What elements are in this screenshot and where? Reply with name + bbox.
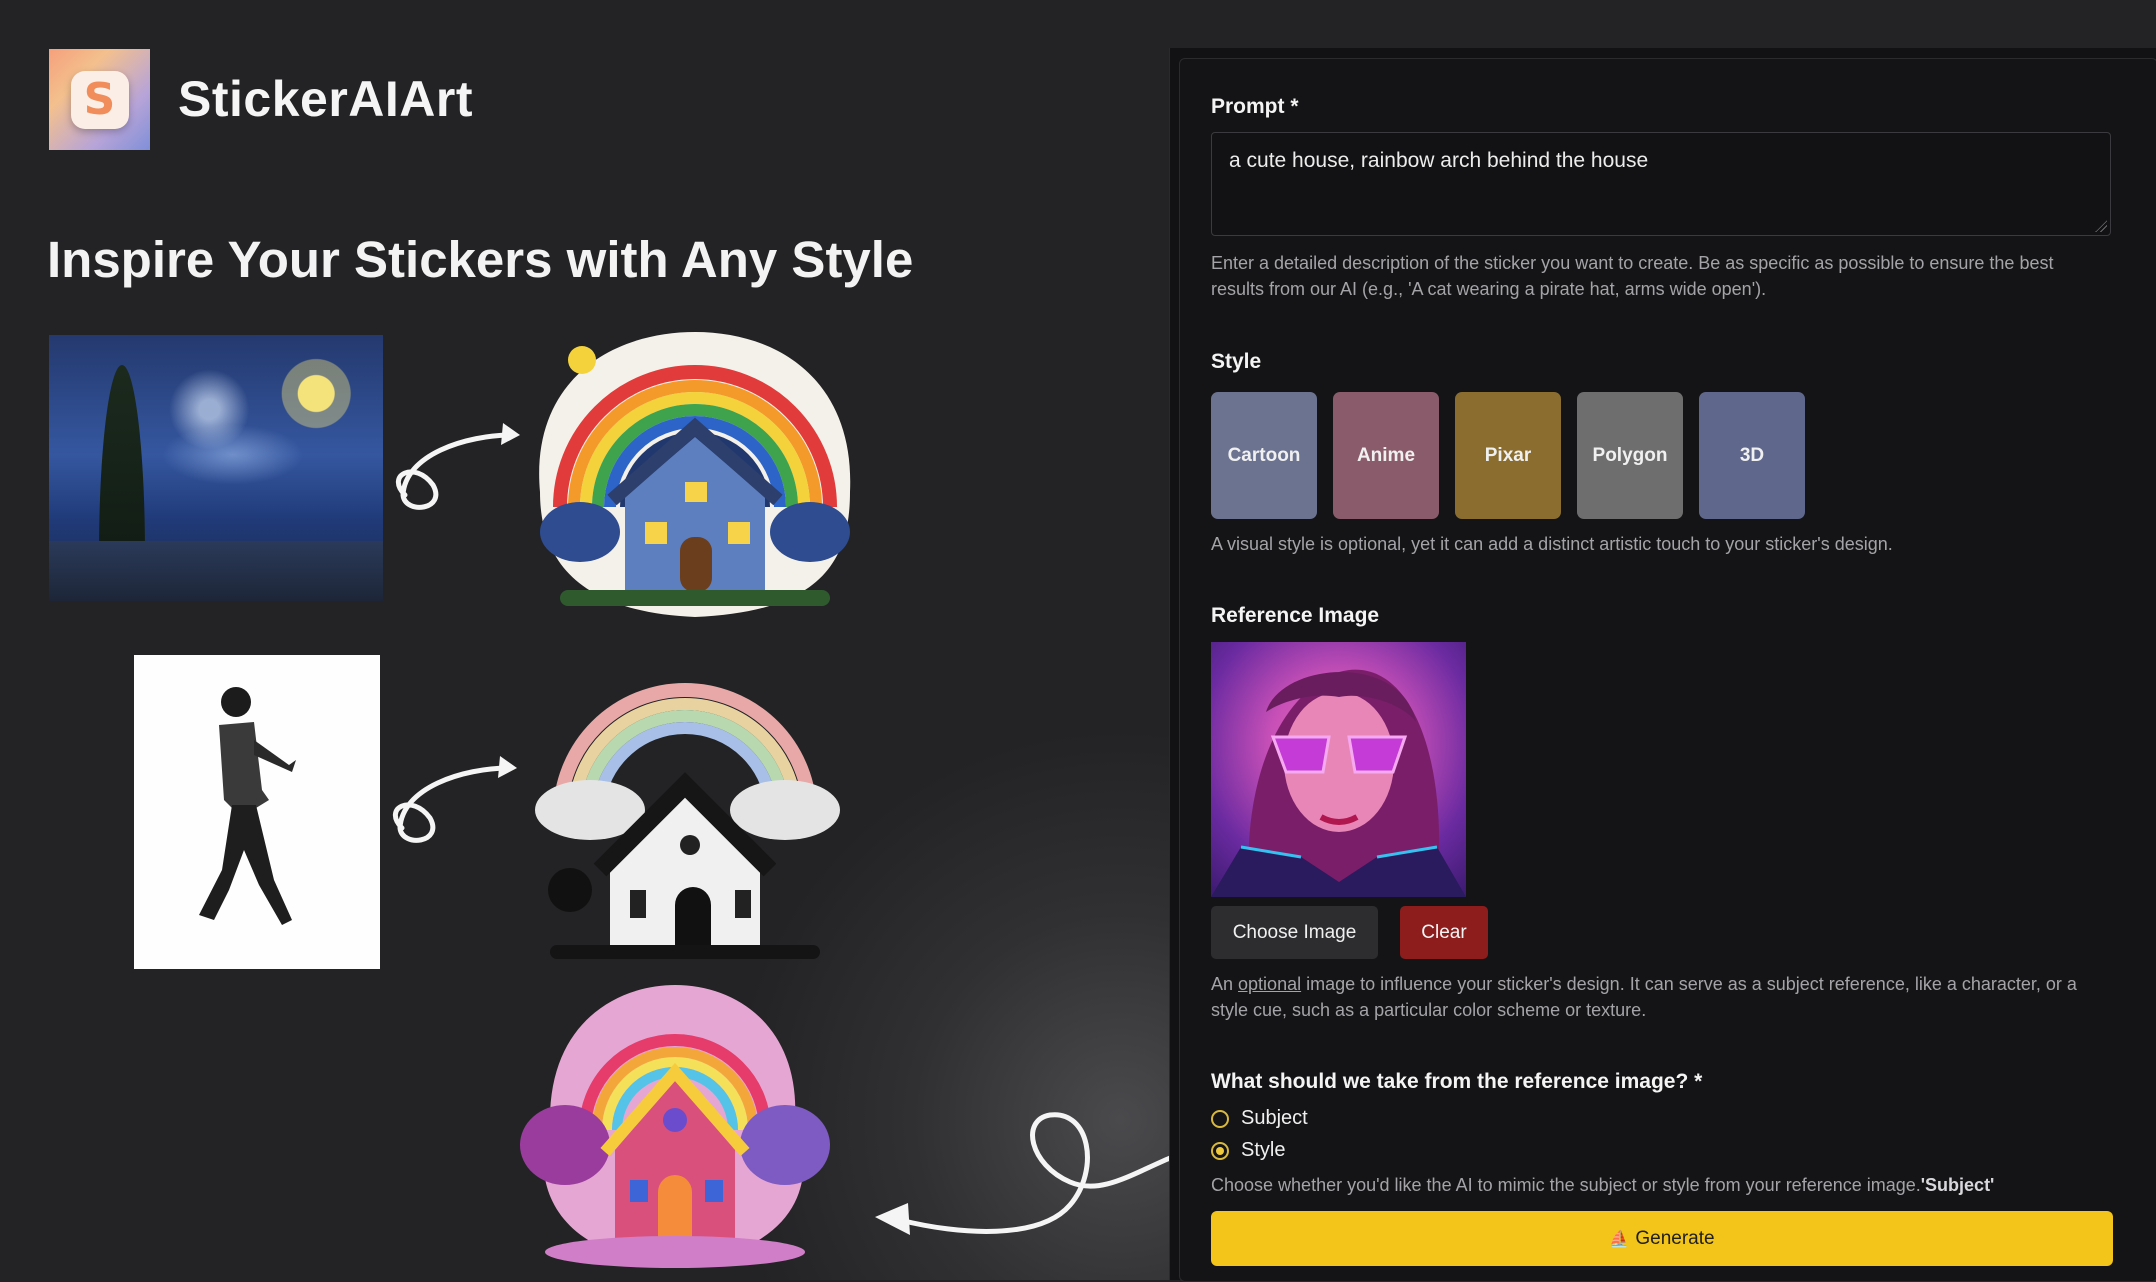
style-option-label: Pixar (1484, 444, 1532, 466)
app-name[interactable]: StickerAIArt (178, 70, 473, 128)
prompt-value: a cute house, rainbow arch behind the ho… (1229, 149, 1649, 172)
style-option-label: Cartoon (1227, 444, 1301, 466)
sailboat-icon: ⛵ (1609, 1229, 1630, 1248)
example-starry-night-image (49, 335, 383, 601)
example-sticker-colorful-house (520, 985, 830, 1268)
radio-style-label: Style (1241, 1139, 1286, 1161)
choose-image-button[interactable]: Choose Image (1211, 906, 1378, 959)
style-option-label: 3D (1739, 444, 1765, 466)
reference-help-text: An optional image to influence your stic… (1211, 971, 2116, 1023)
radio-circle-icon[interactable] (1211, 1109, 1229, 1128)
prompt-help-text: Enter a detailed description of the stic… (1211, 253, 2054, 299)
reference-image-label: Reference Image (1211, 604, 1380, 627)
reference-help-suffix: image to influence your sticker's design… (1211, 974, 2077, 1020)
generate-label: Generate (1635, 1227, 1715, 1249)
style-option-pixar[interactable]: Pixar (1455, 392, 1561, 519)
optional-link[interactable]: optional (1238, 974, 1301, 994)
style-option-label: Polygon (1592, 444, 1668, 466)
style-option-polygon[interactable]: Polygon (1577, 392, 1683, 519)
clear-image-button[interactable]: Clear (1400, 906, 1488, 959)
example-walking-man-image (134, 655, 380, 969)
example-arrow-2 (393, 756, 517, 843)
take-from-reference-label: What should we take from the reference i… (1211, 1070, 1703, 1093)
take-help-text: Choose whether you'd like the AI to mimi… (1211, 1172, 2116, 1198)
generate-button[interactable]: ⛵ Generate (1211, 1211, 2113, 1266)
style-option-label: Anime (1356, 444, 1416, 466)
radio-style[interactable]: Style (1211, 1139, 1285, 1162)
radio-checked-icon[interactable] (1211, 1141, 1229, 1160)
style-option-3d[interactable]: 3D (1699, 392, 1805, 519)
reference-help-prefix: An (1211, 974, 1239, 994)
example-sticker-starry-house (539, 332, 851, 617)
reference-image-preview (1211, 642, 1466, 897)
radio-subject[interactable]: Subject (1211, 1107, 1308, 1130)
showcase-pane: S StickerAIArt Inspire Your Stickers wit… (0, 0, 1173, 1280)
hero-title: Inspire Your Stickers with Any Style (47, 231, 914, 288)
take-help-prefix: Choose whether you'd like the AI to mimi… (1211, 1175, 1921, 1195)
example-arrow-1 (396, 423, 520, 510)
app-logo[interactable]: S (49, 49, 150, 150)
example-sticker-bw-house (535, 683, 840, 959)
resize-handle-icon[interactable] (2095, 220, 2107, 232)
radio-subject-label: Subject (1241, 1107, 1308, 1129)
style-option-anime[interactable]: Anime (1333, 392, 1439, 519)
take-help-bold: 'Subject' (1920, 1175, 1995, 1195)
style-help-text: A visual style is optional, yet it can a… (1211, 534, 1893, 554)
style-label: Style (1211, 350, 1262, 373)
style-option-cartoon[interactable]: Cartoon (1211, 392, 1317, 519)
app-logo-letter: S (70, 70, 129, 129)
prompt-textarea[interactable]: a cute house, rainbow arch behind the ho… (1211, 132, 2111, 236)
example-arrow-3 (875, 1112, 1173, 1235)
prompt-label: Prompt * (1211, 95, 1299, 118)
